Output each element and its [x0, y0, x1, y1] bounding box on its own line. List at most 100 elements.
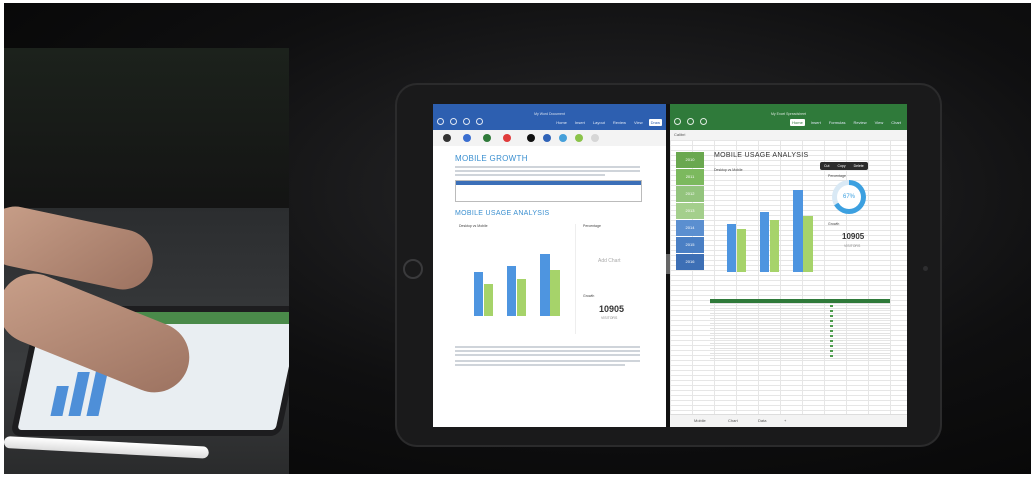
undo-icon[interactable] — [463, 118, 470, 125]
redo-icon[interactable] — [476, 118, 483, 125]
pen-blue[interactable] — [463, 134, 471, 142]
data-table — [455, 180, 642, 202]
tab-chart[interactable]: Chart — [889, 119, 903, 126]
growth-unit: VISITORS — [601, 316, 618, 320]
color-black[interactable] — [527, 134, 535, 142]
mobile-bar — [803, 216, 813, 272]
excel-ribbon-tabs: Home Insert Formulas Review View Chart — [790, 119, 903, 126]
excel-growth-unit: VISITORS — [844, 244, 861, 248]
excel-plot-area[interactable] — [720, 176, 820, 272]
home-button[interactable] — [403, 259, 423, 279]
text-line — [455, 364, 625, 366]
tab-review[interactable]: Review — [851, 119, 868, 126]
pen-black[interactable] — [443, 134, 451, 142]
table-row[interactable] — [710, 354, 890, 359]
mobile-bar — [517, 279, 527, 316]
text-line — [455, 354, 640, 356]
color-lightblue[interactable] — [559, 134, 567, 142]
data-bar-cell — [830, 310, 833, 312]
excel-pane: My Excel Spreadsheet Home Insert Formula… — [670, 104, 907, 427]
chart-title: Desktop vs Mobile — [459, 224, 488, 228]
text-line — [455, 174, 605, 176]
tab-insert[interactable]: Insert — [573, 119, 587, 126]
pen-green[interactable] — [483, 134, 491, 142]
year-cell[interactable]: 2012 — [676, 186, 704, 202]
color-green[interactable] — [575, 134, 583, 142]
growth-value: 10905 — [599, 304, 625, 314]
font-name[interactable]: Calibri — [674, 132, 685, 137]
sheet-tab-data[interactable]: Data — [758, 418, 766, 423]
ipad-device: My Word Document Home Insert Layout Revi… — [395, 83, 942, 447]
tab-formulas[interactable]: Formulas — [827, 119, 848, 126]
data-bar-cell — [830, 315, 833, 317]
word-toolbar: Home Insert Layout Review View Draw — [433, 116, 666, 130]
excel-data-table[interactable] — [710, 299, 890, 359]
desktop-bar — [507, 266, 517, 316]
tab-insert[interactable]: Insert — [809, 119, 823, 126]
word-chart[interactable]: Desktop vs Mobile — [455, 224, 576, 334]
sheet-tab-mobile[interactable]: Mobile — [694, 418, 706, 423]
heading-mobile-growth: MOBILE GROWTH — [455, 154, 528, 163]
year-column: 2010 2011 2012 2013 2014 2015 2016 — [676, 152, 704, 271]
sheet-tab-chart[interactable]: Chart — [728, 418, 738, 423]
add-sheet-button[interactable]: + — [784, 418, 786, 423]
tab-home[interactable]: Home — [554, 119, 569, 126]
tab-draw[interactable]: Draw — [648, 119, 662, 126]
word-document[interactable]: MOBILE GROWTH MOBILE USAGE ANALYSIS Desk… — [433, 146, 666, 427]
file-icon[interactable] — [450, 118, 457, 125]
cut-menu-item[interactable]: Cut — [820, 162, 833, 170]
tab-view[interactable]: View — [632, 119, 645, 126]
year-cell[interactable]: 2014 — [676, 220, 704, 236]
word-draw-ribbon — [433, 130, 666, 147]
year-cell[interactable]: 2015 — [676, 237, 704, 253]
desktop-bar — [473, 272, 483, 316]
color-grey[interactable] — [591, 134, 599, 142]
word-plot-area — [467, 236, 567, 316]
tablet-photo-bar — [68, 372, 90, 416]
mobile-bar — [550, 269, 560, 316]
data-bar-cell — [830, 335, 833, 337]
undo-icon[interactable] — [700, 118, 707, 125]
copy-menu-item[interactable]: Copy — [833, 162, 849, 170]
excel-chart-title: Desktop vs Mobile — [714, 168, 743, 172]
year-cell[interactable]: 2016 — [676, 254, 704, 270]
data-bar-cell — [830, 340, 833, 342]
keynote-stage: My Word Document Home Insert Layout Revi… — [4, 3, 1031, 474]
back-icon[interactable] — [437, 118, 444, 125]
tab-view[interactable]: View — [873, 119, 886, 126]
excel-toolbar: Home Insert Formulas Review View Chart — [670, 116, 907, 130]
text-line — [455, 360, 640, 362]
desktop-bar — [540, 253, 550, 316]
percentage-ring[interactable]: 67% — [832, 180, 866, 214]
excel-growth-label: Growth — [828, 222, 840, 226]
year-cell[interactable]: 2010 — [676, 152, 704, 168]
text-line — [455, 350, 640, 352]
mobile-bar — [483, 284, 493, 316]
year-cell[interactable]: 2013 — [676, 203, 704, 219]
demo-photo-inset — [4, 48, 289, 474]
pen-red[interactable] — [503, 134, 511, 142]
text-line — [455, 170, 640, 172]
tab-layout[interactable]: Layout — [591, 119, 607, 126]
data-bar-cell — [830, 355, 833, 357]
back-icon[interactable] — [674, 118, 681, 125]
tab-home[interactable]: Home — [790, 119, 805, 126]
data-bar-cell — [830, 325, 833, 327]
desktop-bar — [793, 190, 803, 272]
color-blue[interactable] — [543, 134, 551, 142]
delete-menu-item[interactable]: Delete — [850, 162, 868, 170]
file-icon[interactable] — [687, 118, 694, 125]
data-bar-cell — [830, 330, 833, 332]
add-chart-placeholder[interactable]: Add Chart — [598, 258, 621, 264]
data-bar-cell — [830, 350, 833, 352]
heading-usage-analysis: MOBILE USAGE ANALYSIS — [455, 210, 550, 217]
text-line — [455, 346, 640, 348]
data-bar-cell — [830, 345, 833, 347]
tab-review[interactable]: Review — [611, 119, 628, 126]
tablet-photo-bar — [50, 386, 69, 416]
data-bar-cell — [830, 320, 833, 322]
text-line — [455, 166, 640, 168]
mobile-bar — [770, 220, 780, 272]
year-cell[interactable]: 2011 — [676, 169, 704, 185]
excel-heading: MOBILE USAGE ANALYSIS — [714, 152, 809, 159]
